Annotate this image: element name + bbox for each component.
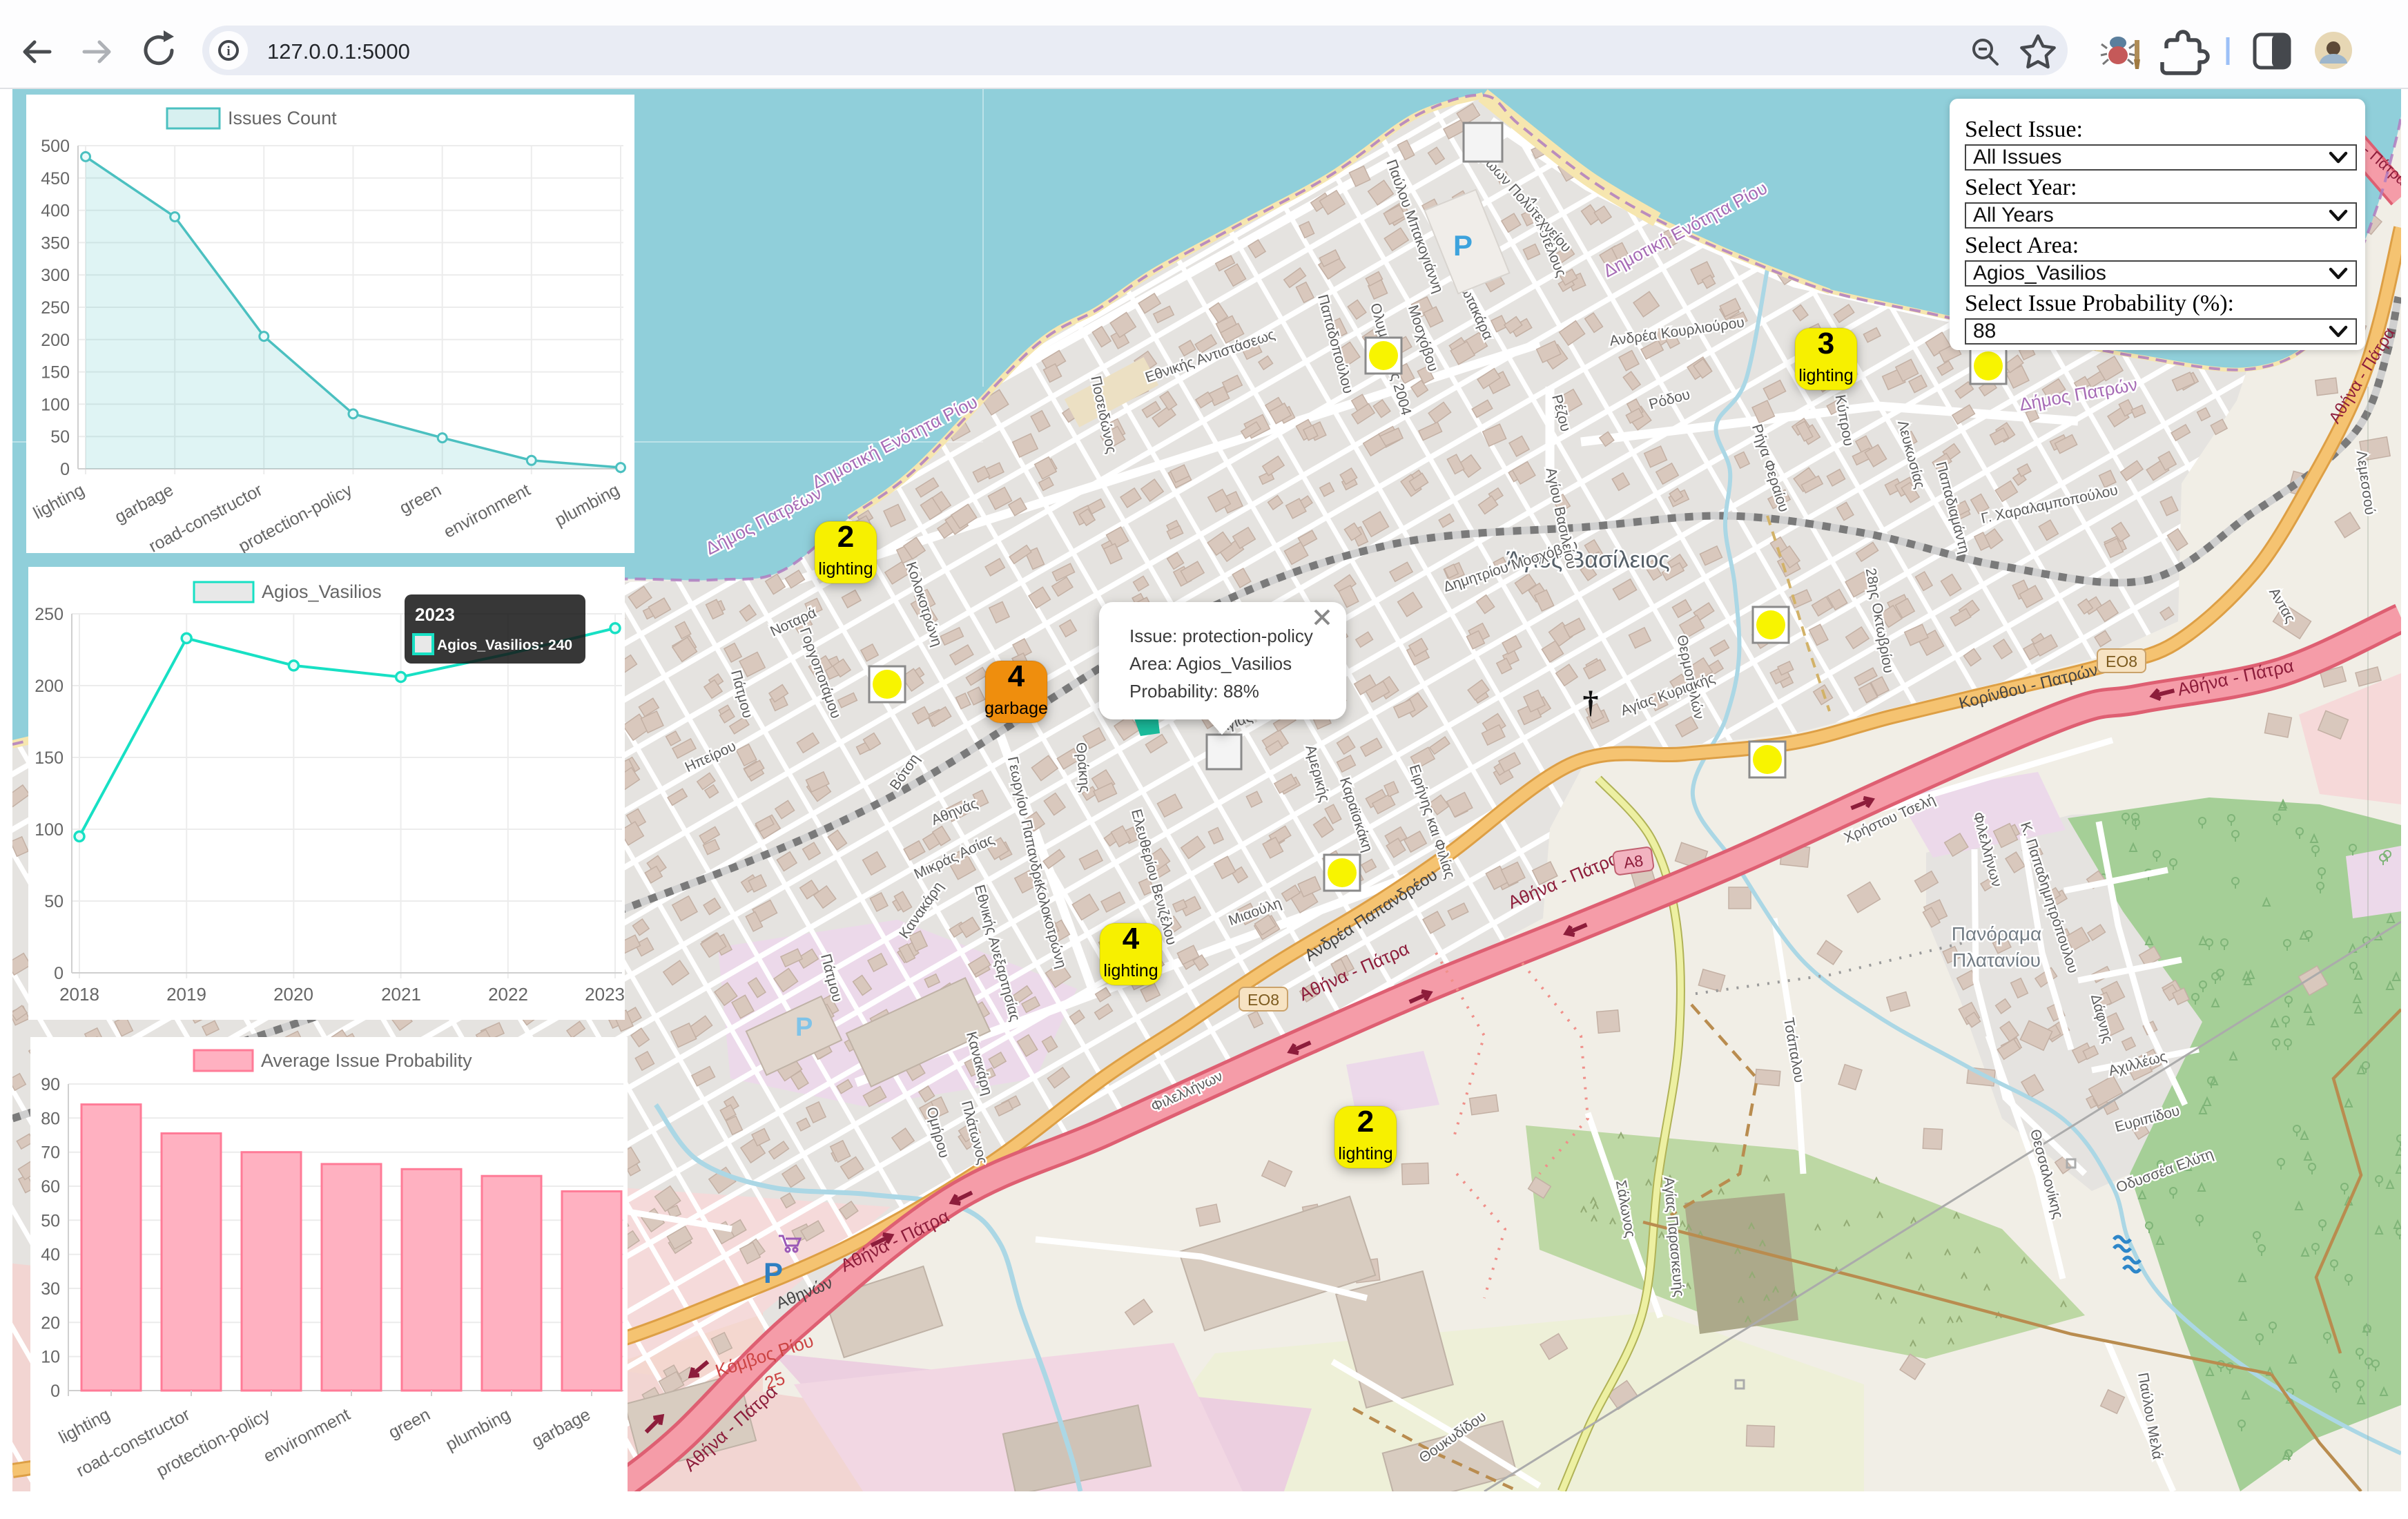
svg-text:90: 90 xyxy=(41,1075,60,1094)
svg-text:450: 450 xyxy=(41,169,70,188)
svg-text:Agios_Vasilios: Agios_Vasilios xyxy=(262,581,382,602)
svg-text:50: 50 xyxy=(50,427,70,447)
svg-text:350: 350 xyxy=(41,233,70,253)
svg-text:50: 50 xyxy=(44,892,64,911)
svg-text:Area: Agios_Vasilios: Area: Agios_Vasilios xyxy=(1129,653,1292,674)
svg-text:Πλατανίου: Πλατανίου xyxy=(1952,949,2041,971)
svg-text:150: 150 xyxy=(35,748,64,768)
svg-text:Πανόραμα: Πανόραμα xyxy=(1952,923,2041,945)
svg-text:60: 60 xyxy=(41,1177,60,1197)
svg-text:400: 400 xyxy=(41,202,70,221)
svg-text:10: 10 xyxy=(41,1348,60,1367)
svg-text:0: 0 xyxy=(50,1382,60,1401)
svg-text:2023: 2023 xyxy=(585,984,625,1005)
svg-text:Average Issue Probability: Average Issue Probability xyxy=(261,1050,472,1071)
svg-text:30: 30 xyxy=(41,1279,60,1299)
svg-text:250: 250 xyxy=(41,298,70,318)
svg-text:A8: A8 xyxy=(1622,851,1644,872)
svg-text:0: 0 xyxy=(54,964,64,983)
svg-text:2019: 2019 xyxy=(166,984,206,1005)
svg-text:100: 100 xyxy=(41,395,70,414)
svg-text:127.0.0.1:5000: 127.0.0.1:5000 xyxy=(267,39,410,64)
svg-text:300: 300 xyxy=(41,266,70,285)
svg-text:2022: 2022 xyxy=(488,984,528,1005)
svg-text:P: P xyxy=(1453,229,1473,262)
svg-text:EO8: EO8 xyxy=(2106,652,2137,670)
svg-text:garbage: garbage xyxy=(529,1405,594,1452)
svg-text:50: 50 xyxy=(41,1211,60,1230)
svg-text:2018: 2018 xyxy=(59,984,99,1005)
svg-text:2023: 2023 xyxy=(415,604,455,625)
svg-text:3: 3 xyxy=(1818,327,1834,360)
svg-text:2: 2 xyxy=(1357,1105,1374,1139)
svg-text:2021: 2021 xyxy=(381,984,421,1005)
svg-text:†: † xyxy=(1583,684,1599,719)
svg-text:20: 20 xyxy=(41,1313,60,1333)
svg-text:environment: environment xyxy=(260,1405,353,1467)
svg-text:lighting: lighting xyxy=(1798,366,1853,385)
svg-text:garbage: garbage xyxy=(112,481,177,528)
svg-text:Probability: 88%: Probability: 88% xyxy=(1129,681,1259,702)
svg-text:2020: 2020 xyxy=(273,984,313,1005)
svg-text:500: 500 xyxy=(41,137,70,156)
svg-text:200: 200 xyxy=(41,331,70,350)
svg-text:EO8: EO8 xyxy=(1247,991,1279,1009)
svg-text:i: i xyxy=(226,44,230,59)
svg-text:4: 4 xyxy=(1123,922,1140,956)
svg-text:250: 250 xyxy=(35,605,64,624)
svg-text:green: green xyxy=(385,1405,434,1443)
svg-text:lighting: lighting xyxy=(1338,1144,1392,1163)
svg-text:P: P xyxy=(764,1257,783,1289)
svg-text:40: 40 xyxy=(41,1246,60,1265)
svg-text:plumbing: plumbing xyxy=(443,1405,514,1455)
svg-text:200: 200 xyxy=(35,677,64,696)
svg-text:150: 150 xyxy=(41,363,70,383)
svg-text:100: 100 xyxy=(35,820,64,840)
svg-text:Agios_Vasilios: 240: Agios_Vasilios: 240 xyxy=(437,637,572,653)
svg-text:lighting: lighting xyxy=(56,1405,113,1448)
svg-text:P: P xyxy=(795,1013,813,1042)
svg-text:2: 2 xyxy=(837,520,854,554)
svg-text:garbage: garbage xyxy=(984,699,1048,718)
svg-text:Issues Count: Issues Count xyxy=(228,108,337,128)
svg-text:80: 80 xyxy=(41,1109,60,1128)
svg-text:lighting: lighting xyxy=(818,559,873,579)
svg-text:70: 70 xyxy=(41,1143,60,1163)
svg-text:lighting: lighting xyxy=(30,481,88,523)
svg-text:0: 0 xyxy=(60,460,70,479)
svg-text:4: 4 xyxy=(1008,659,1025,693)
svg-text:Issue: protection-policy: Issue: protection-policy xyxy=(1129,626,1313,646)
svg-text:green: green xyxy=(396,481,445,519)
svg-text:plumbing: plumbing xyxy=(552,481,623,530)
svg-text:lighting: lighting xyxy=(1103,961,1158,980)
svg-text:environment: environment xyxy=(440,481,534,542)
